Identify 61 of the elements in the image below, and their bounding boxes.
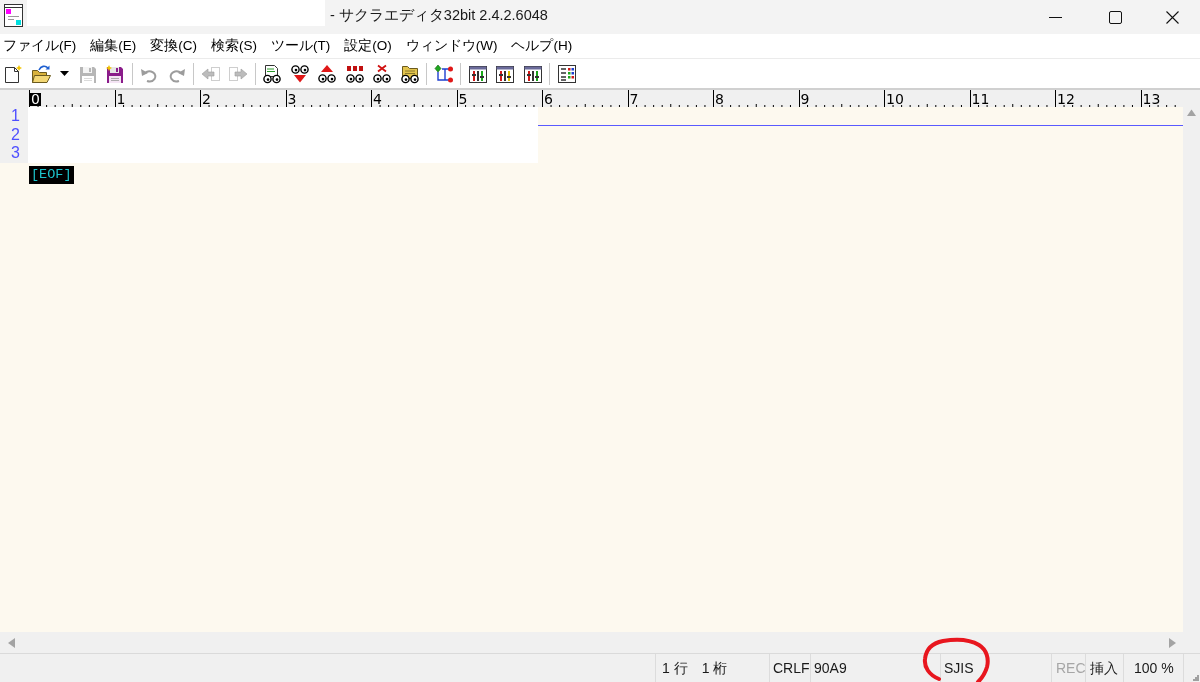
- caret-icon: [59, 71, 69, 76]
- ruler-number: 2: [201, 93, 212, 106]
- menu-item[interactable]: 変換(C): [150, 35, 197, 57]
- eyes-up-arrow-icon: [317, 63, 337, 84]
- new-file-icon: [3, 63, 23, 84]
- cursor-position: 1 行 1 桁: [662, 659, 728, 678]
- ruler-number: 0: [30, 93, 41, 106]
- toolbar-button[interactable]: [288, 62, 311, 85]
- ruler-number: 12: [1056, 93, 1076, 106]
- maximize-icon: [1108, 10, 1122, 24]
- ruler-number: 4: [372, 93, 383, 106]
- ruler-number: 3: [286, 93, 298, 106]
- ruler-number: 6: [543, 93, 554, 106]
- menu-item[interactable]: 設定(O): [344, 35, 392, 57]
- menu-item[interactable]: ウィンドウ(W): [405, 35, 498, 57]
- menu-item[interactable]: 検索(S): [211, 35, 257, 57]
- editor-area[interactable]: 1 2 3 [EOF]: [0, 107, 1183, 632]
- toolbar-button[interactable]: [555, 62, 578, 85]
- notepad-icon: [4, 4, 23, 27]
- minimize-icon: [1048, 16, 1062, 18]
- floppy-disk-sparkle-icon: [105, 63, 125, 84]
- ruler-number: 10: [885, 93, 905, 106]
- ruler-number: 11: [970, 93, 991, 106]
- character-code: 90A9: [814, 659, 847, 678]
- menu-item[interactable]: 編集(E): [90, 35, 137, 57]
- document-glasses-icon: [262, 63, 282, 84]
- line-number: 3: [11, 144, 20, 163]
- ruler-number: 8: [714, 93, 725, 106]
- open-folder-icon: [30, 63, 51, 84]
- eyes-cross-icon: [372, 63, 392, 84]
- window-tools-icon: [495, 63, 515, 84]
- vertical-scrollbar[interactable]: [1183, 90, 1200, 632]
- window-tools-icon: [467, 63, 488, 84]
- menu-item[interactable]: ヘルプ(H): [511, 35, 573, 57]
- resize-grip-icon[interactable]: [1193, 675, 1199, 681]
- recording-indicator: REC: [1056, 659, 1086, 678]
- insert-mode: 挿入: [1090, 659, 1118, 678]
- zoom-level: 100 %: [1134, 659, 1174, 678]
- ruler-number: 9: [799, 93, 811, 106]
- eyes-squares-icon: [344, 63, 365, 84]
- ruler-number: 1: [115, 93, 127, 106]
- encoding: SJIS: [944, 659, 974, 678]
- window-title: - サクラエディタ32bit 2.4.2.6048: [330, 6, 548, 25]
- eyes-down-arrow-icon: [289, 63, 310, 84]
- line-ending: CRLF: [773, 659, 810, 678]
- menu-item[interactable]: ファイル(F): [3, 35, 77, 57]
- toolbar-button[interactable]: [29, 62, 52, 85]
- line-number: 2: [11, 125, 20, 144]
- line-number: 1: [11, 107, 20, 126]
- close-icon: [1166, 10, 1179, 24]
- toolbar-button[interactable]: [261, 62, 283, 85]
- tree-diagram-icon: [433, 63, 454, 84]
- eof-marker: [EOF]: [29, 166, 74, 184]
- menu-item[interactable]: ツール(T): [271, 35, 331, 57]
- ruler-number: 13: [1141, 93, 1162, 106]
- ruler-number: 5: [457, 93, 469, 106]
- folder-glasses-icon: [399, 63, 420, 84]
- ruler-number: 7: [628, 93, 640, 106]
- window-tools-icon: [522, 63, 543, 84]
- toolbar-button[interactable]: [371, 62, 393, 85]
- list-window-icon: [556, 63, 577, 84]
